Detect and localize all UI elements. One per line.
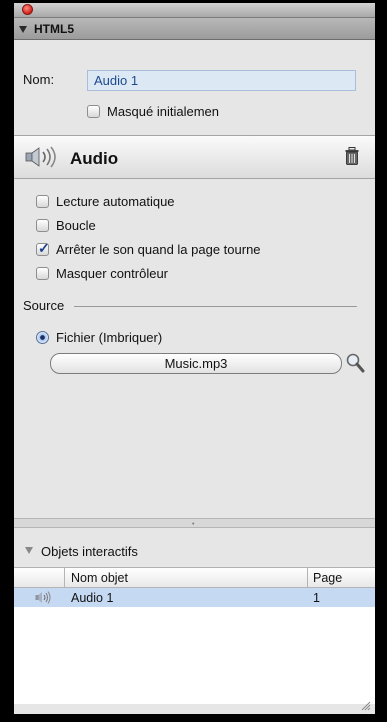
source-label: Source: [23, 298, 65, 313]
interactive-objects-title: Objets interactifs: [41, 544, 138, 559]
name-label: Nom:: [23, 72, 55, 87]
autoplay-label: Lecture automatique: [56, 194, 175, 209]
hidden-initially-checkbox[interactable]: [87, 105, 100, 118]
file-path-field[interactable]: Music.mp3: [50, 353, 342, 374]
disclosure-triangle-icon[interactable]: [25, 547, 33, 554]
checkmark-icon: ✓: [38, 240, 50, 256]
column-header-name[interactable]: Nom objet: [71, 571, 128, 585]
audio-section-header: Audio: [14, 135, 375, 179]
column-divider[interactable]: [307, 568, 308, 587]
loop-checkbox[interactable]: [36, 219, 49, 232]
stop-on-page-turn-label: Arrêter le son quand la page tourne: [56, 242, 261, 257]
object-page-cell: 1: [313, 591, 320, 605]
split-divider[interactable]: •: [14, 518, 375, 528]
stop-on-page-turn-checkbox[interactable]: ✓: [36, 240, 50, 256]
file-embed-label: Fichier (Imbriquer): [56, 330, 163, 345]
disclosure-triangle-icon[interactable]: [19, 26, 27, 33]
window-titlebar[interactable]: [14, 3, 375, 18]
file-embed-radio[interactable]: [36, 331, 49, 344]
table-header: Nom objet Page: [14, 568, 375, 588]
trash-icon[interactable]: [345, 147, 359, 165]
source-divider: [74, 306, 357, 307]
speaker-icon: [35, 591, 51, 604]
column-divider[interactable]: [64, 568, 65, 587]
hide-controller-checkbox[interactable]: [36, 267, 49, 280]
object-name-cell: Audio 1: [71, 591, 114, 605]
close-button[interactable]: [22, 4, 33, 15]
loop-label: Boucle: [56, 218, 96, 233]
html5-panel-header[interactable]: HTML5: [14, 18, 375, 40]
column-header-page[interactable]: Page: [313, 571, 342, 585]
inspector-window: HTML5 Nom: Audio 1 Masqué initialemen Au…: [14, 3, 375, 714]
hide-controller-label: Masquer contrôleur: [56, 266, 168, 281]
hidden-initially-label: Masqué initialemen: [107, 104, 220, 119]
speaker-icon: [25, 146, 56, 168]
grip-icon[interactable]: •: [192, 521, 194, 528]
autoplay-checkbox[interactable]: [36, 195, 49, 208]
name-input[interactable]: Audio 1: [87, 70, 356, 91]
panel-title: HTML5: [34, 22, 74, 36]
resize-grip-icon[interactable]: [359, 699, 371, 711]
table-row[interactable]: Audio 1 1: [14, 588, 375, 607]
interactive-objects-table: Nom objet Page Audio 1 1: [14, 567, 375, 704]
search-icon[interactable]: [345, 352, 365, 374]
audio-title: Audio: [70, 149, 119, 168]
